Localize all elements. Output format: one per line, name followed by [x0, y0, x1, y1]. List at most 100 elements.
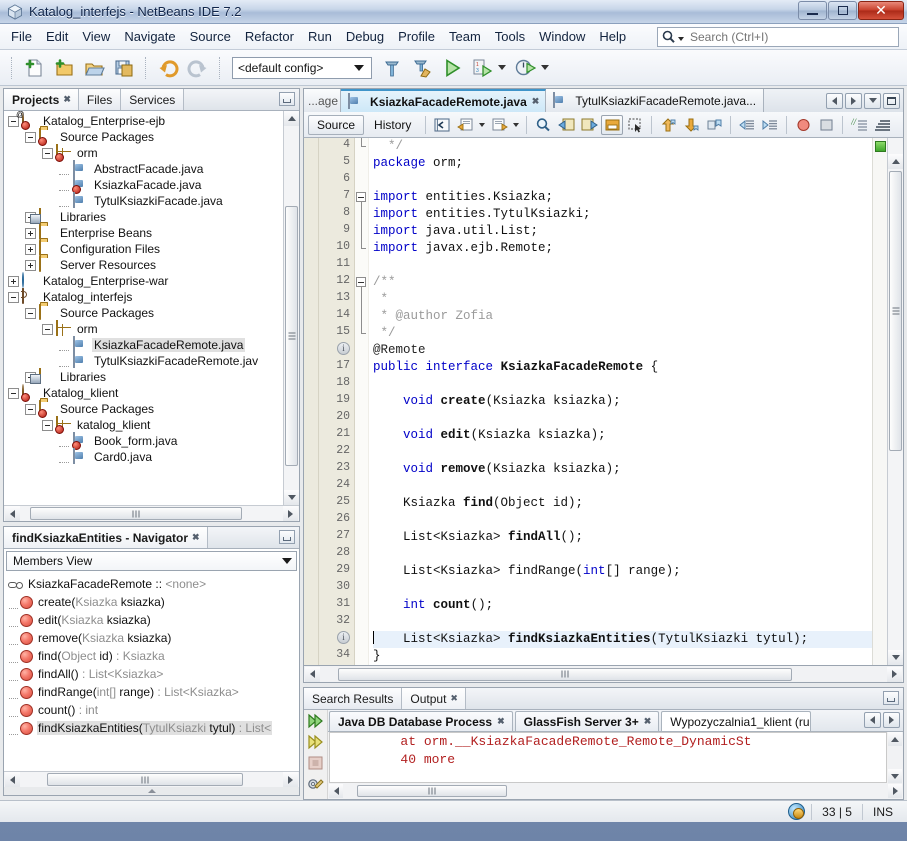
- output-vertical-scrollbar[interactable]: [888, 732, 903, 783]
- tree-item[interactable]: Source Packages: [4, 304, 299, 321]
- tab-services[interactable]: Services: [121, 89, 185, 110]
- panel-resize-grip[interactable]: [4, 787, 299, 795]
- fold-marker[interactable]: [355, 308, 368, 325]
- scroll-up-button[interactable]: [888, 732, 902, 746]
- collapse-icon[interactable]: [42, 419, 53, 431]
- rect-selection-icon[interactable]: [624, 115, 646, 135]
- collapse-icon[interactable]: [42, 323, 53, 335]
- fold-marker[interactable]: [355, 206, 368, 223]
- search-input[interactable]: [688, 29, 888, 45]
- scroll-right-button[interactable]: [283, 772, 298, 787]
- scroll-left-button[interactable]: [5, 506, 20, 521]
- expand-icon[interactable]: [25, 227, 36, 239]
- editor-glyph-margin[interactable]: [304, 138, 319, 665]
- code-line[interactable]: [373, 478, 872, 495]
- profile-project-button[interactable]: [511, 54, 539, 82]
- tree-item[interactable]: KsiazkaFacadeRemote.java: [4, 336, 299, 353]
- fold-marker[interactable]: [355, 240, 368, 257]
- code-line[interactable]: }: [373, 648, 872, 665]
- code-line[interactable]: package orm;: [373, 155, 872, 172]
- find-next-icon[interactable]: [578, 115, 600, 135]
- tree-item[interactable]: orm: [4, 320, 299, 337]
- scroll-left-button[interactable]: [329, 784, 343, 798]
- navigator-horizontal-scrollbar[interactable]: [4, 771, 299, 787]
- project-tree-vertical-scrollbar[interactable]: [283, 111, 299, 505]
- code-line[interactable]: List<Ksiazka> findRange(int[] range);: [373, 563, 872, 580]
- code-line[interactable]: import java.util.List;: [373, 223, 872, 240]
- refresh-globe-icon[interactable]: [788, 803, 806, 820]
- scroll-left-button[interactable]: [305, 666, 320, 682]
- record-icon[interactable]: [792, 115, 814, 135]
- tab-files[interactable]: Files: [78, 89, 122, 110]
- code-line[interactable]: [373, 410, 872, 427]
- clean-build-button[interactable]: [408, 54, 436, 82]
- tab-navigator[interactable]: findKsiazkaEntities - Navigator ✖: [4, 527, 208, 548]
- menu-file[interactable]: File: [4, 26, 39, 47]
- menu-view[interactable]: View: [75, 26, 117, 47]
- forward-chevron-down-icon[interactable]: [513, 122, 520, 127]
- members-view-selector[interactable]: Members View: [6, 551, 297, 571]
- tree-item[interactable]: KsiazkaFacade.java: [4, 176, 299, 194]
- tree-item[interactable]: Libraries: [4, 208, 299, 225]
- output-tab-wypozyczalnia[interactable]: Wypozyczalnia1_klient (ru: [661, 711, 812, 731]
- close-button[interactable]: ✕: [858, 1, 904, 20]
- tab-source[interactable]: Source: [308, 114, 365, 135]
- double-arrow-yellow-icon[interactable]: [307, 734, 325, 751]
- close-icon[interactable]: ✖: [644, 717, 651, 726]
- tree-item[interactable]: @ Book_form.java: [4, 111, 299, 450]
- editor-horizontal-scrollbar[interactable]: [303, 666, 904, 683]
- tree-item[interactable]: Katalog_interfejs: [4, 288, 299, 305]
- collapse-icon[interactable]: [25, 403, 36, 415]
- menu-help[interactable]: Help: [592, 26, 633, 47]
- code-line[interactable]: [373, 614, 872, 631]
- tree-item[interactable]: Server Resources: [4, 256, 299, 273]
- undo-button[interactable]: [154, 54, 182, 82]
- navigator-member[interactable]: create(Ksiazka ksiazka): [4, 593, 299, 611]
- code-line[interactable]: import entities.Ksiazka;: [373, 189, 872, 206]
- save-all-button[interactable]: [110, 54, 138, 82]
- config-selector[interactable]: <default config>: [232, 56, 372, 79]
- debug-chevron-down-icon[interactable]: [498, 65, 506, 70]
- tab-search-results[interactable]: Search Results: [304, 688, 403, 709]
- navigator-member[interactable]: findKsiazkaEntities(TytulKsiazki tytul) …: [4, 719, 299, 737]
- menu-profile[interactable]: Profile: [391, 26, 442, 47]
- tree-item[interactable]: Source Packages: [4, 128, 299, 146]
- output-horizontal-scrollbar[interactable]: [328, 783, 903, 799]
- code-line[interactable]: import javax.ejb.Remote;: [373, 240, 872, 257]
- code-line[interactable]: [373, 257, 872, 274]
- code-line[interactable]: * @author Zofia: [373, 308, 872, 325]
- fold-marker[interactable]: [355, 138, 368, 155]
- output-tab-javadb[interactable]: Java DB Database Process ✖: [329, 711, 513, 731]
- scroll-tabs-right-button[interactable]: [845, 92, 862, 109]
- code-line[interactable]: */: [373, 325, 872, 342]
- scroll-down-button[interactable]: [888, 650, 903, 665]
- code-line[interactable]: List<Ksiazka> findAll();: [373, 529, 872, 546]
- code-line[interactable]: public interface KsiazkaFacadeRemote {: [373, 359, 872, 376]
- editor-vertical-scrollbar[interactable]: [887, 138, 903, 665]
- code-line[interactable]: [373, 172, 872, 189]
- code-line[interactable]: @Remote: [373, 342, 872, 359]
- output-tabs-left-button[interactable]: [864, 712, 881, 728]
- fold-marker[interactable]: [355, 291, 368, 308]
- arrow-down-bookmark-icon[interactable]: [680, 115, 702, 135]
- tab-history[interactable]: History: [365, 115, 420, 135]
- code-line[interactable]: void create(Ksiazka ksiazka);: [373, 393, 872, 410]
- close-icon[interactable]: ✖: [532, 97, 539, 106]
- scroll-left-button[interactable]: [5, 772, 20, 787]
- minimize-panel-icon[interactable]: [279, 92, 295, 106]
- debug-project-button[interactable]: 1 3: [468, 54, 496, 82]
- fold-marker[interactable]: [355, 189, 368, 206]
- scroll-tabs-left-button[interactable]: [826, 92, 843, 109]
- maximize-editor-button[interactable]: [883, 92, 900, 109]
- collapse-icon[interactable]: [8, 387, 19, 399]
- menu-edit[interactable]: Edit: [39, 26, 75, 47]
- navigator-member[interactable]: findAll() : List<Ksiazka>: [4, 665, 299, 683]
- collapse-icon[interactable]: [8, 291, 19, 303]
- stop-square-icon[interactable]: [307, 755, 325, 772]
- shift-right-icon[interactable]: [759, 115, 781, 135]
- minimize-panel-icon[interactable]: [883, 691, 899, 705]
- uncomment-icon[interactable]: [871, 115, 893, 135]
- minimize-panel-icon[interactable]: [279, 530, 295, 544]
- menu-refactor[interactable]: Refactor: [238, 26, 301, 47]
- new-file-button[interactable]: [20, 54, 48, 82]
